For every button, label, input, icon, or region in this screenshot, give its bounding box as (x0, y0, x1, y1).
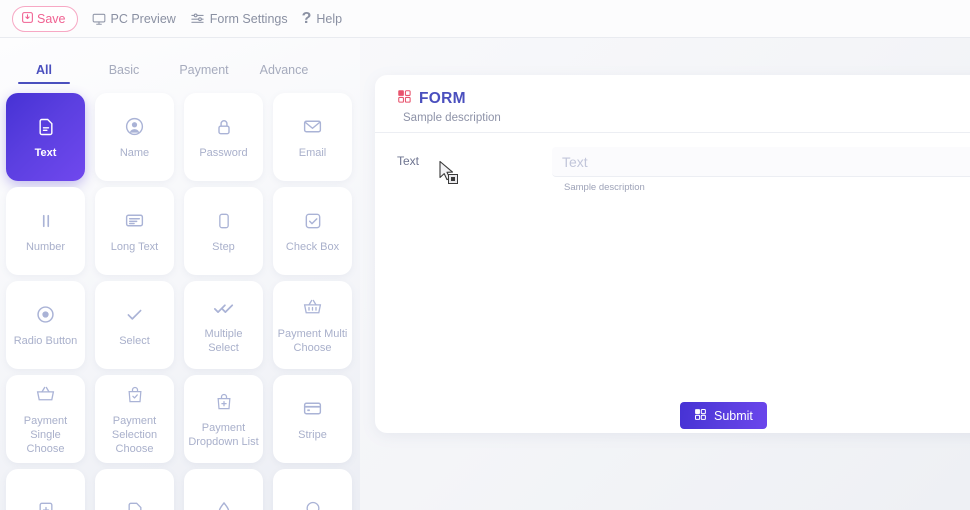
palette-card-label: Payment Single Choose (23, 414, 68, 456)
pc-preview-label: PC Preview (110, 11, 176, 26)
palette-card-label: Payment Selection Choose (111, 414, 158, 456)
save-icon (21, 11, 34, 27)
tab-payment-label: Payment (179, 63, 229, 77)
form-header: FORM Sample description (375, 75, 970, 124)
pin-icon (303, 497, 323, 510)
form-settings-label: Form Settings (209, 11, 288, 26)
palette-card-email[interactable]: Email (273, 93, 352, 181)
text-lines-icon (124, 208, 145, 234)
tab-payment[interactable]: Payment (164, 63, 244, 84)
submit-button-label: Submit (714, 408, 753, 423)
palette-card-text[interactable]: Text (6, 93, 85, 181)
file-icon (125, 497, 145, 510)
envelope-icon (302, 114, 323, 140)
palette-card-label: Password (199, 146, 248, 159)
form-title-row: FORM (397, 89, 970, 109)
form-settings-button[interactable]: Form Settings (190, 11, 288, 26)
palette-tabs: All Basic Payment Advance (0, 50, 360, 84)
bag-plus-icon (214, 389, 234, 415)
drag-drop-cursor (438, 160, 462, 191)
document-icon (36, 114, 56, 140)
help-label: Help (316, 11, 343, 26)
form-description: Sample description (403, 112, 501, 124)
submit-button[interactable]: Submit (680, 402, 767, 429)
form-builder-app: Save PC Preview Form Settings ? Help All… (0, 0, 970, 510)
radio-dot-icon (35, 302, 56, 328)
component-card-grid: Text Name Password Email Number Long Tex… (0, 84, 360, 510)
submit-button-wrap: Submit (680, 402, 767, 429)
sliders-icon (190, 11, 205, 26)
lock-icon (214, 114, 234, 140)
palette-card-select[interactable]: Select (95, 281, 174, 369)
palette-card-label: Text (34, 146, 57, 159)
tab-all-label: All (36, 63, 52, 77)
palette-card-long-text[interactable]: Long Text (95, 187, 174, 275)
palette-card-file[interactable] (95, 469, 174, 510)
palette-card-label: Number (25, 240, 66, 253)
checkbox-icon (303, 208, 323, 234)
rectangle-icon (214, 208, 234, 234)
monitor-icon (92, 12, 106, 26)
palette-card-label: Name (119, 146, 150, 159)
palette-card-payment-single-choose[interactable]: Payment Single Choose (6, 375, 85, 463)
save-button[interactable]: Save (12, 5, 78, 32)
palette-card-step[interactable]: Step (184, 187, 263, 275)
palette-card-payment-selection-choose[interactable]: Payment Selection Choose (95, 375, 174, 463)
field-help-text: Sample description (564, 182, 645, 193)
palette-card-drop[interactable] (184, 469, 263, 510)
palette-card-label: Radio Button (13, 334, 78, 347)
tab-advance-label: Advance (259, 63, 309, 77)
palette-card-pin[interactable] (273, 469, 352, 510)
palette-card-label: Email (298, 146, 327, 159)
tab-advance[interactable]: Advance (244, 63, 324, 84)
tab-basic[interactable]: Basic (84, 63, 164, 84)
pause-bars-icon (37, 208, 55, 234)
field-label: Text (397, 154, 420, 168)
palette-card-password[interactable]: Password (184, 93, 263, 181)
field-control-wrap: Sample description (552, 147, 970, 193)
question-mark-icon: ? (301, 9, 312, 27)
pc-preview-button[interactable]: PC Preview (92, 12, 176, 26)
page-title: FORM (419, 90, 466, 107)
palette-card-radio-button[interactable]: Radio Button (6, 281, 85, 369)
bag-check-icon (125, 382, 145, 408)
palette-card-check-box[interactable]: Check Box (273, 187, 352, 275)
palette-card-label: Stripe (298, 428, 327, 441)
palette-card-payment-dropdown-list[interactable]: Payment Dropdown List (184, 375, 263, 463)
tab-all[interactable]: All (4, 63, 84, 84)
palette-card-label: Payment Dropdown List (188, 421, 259, 448)
palette-card-label: Payment Multi Choose (277, 327, 348, 354)
palette-card-name[interactable]: Name (95, 93, 174, 181)
grid-squares-icon (397, 89, 412, 109)
component-palette-panel: All Basic Payment Advance Text Name Pass… (0, 38, 360, 510)
help-button[interactable]: ? Help (301, 9, 343, 27)
basket-icon (302, 295, 323, 321)
palette-card-label: Long Text (110, 240, 159, 253)
palette-card-file-plus[interactable] (6, 469, 85, 510)
check-icon (124, 302, 145, 328)
form-canvas: FORM Sample description Text Sample desc… (375, 75, 970, 433)
basket-open-icon (35, 382, 56, 408)
save-button-label: Save (37, 11, 66, 26)
double-check-icon (213, 295, 235, 321)
form-field-text: Text Sample description (375, 133, 970, 193)
palette-card-label: Check Box (285, 240, 340, 253)
palette-card-label: Select (119, 334, 150, 347)
file-plus-icon (36, 497, 56, 510)
tab-basic-label: Basic (108, 63, 140, 77)
top-toolbar: Save PC Preview Form Settings ? Help (0, 0, 970, 38)
palette-card-multiple-select[interactable]: Multiple Select (184, 281, 263, 369)
palette-card-payment-multi-choose[interactable]: Payment Multi Choose (273, 281, 352, 369)
palette-card-label: Step (212, 240, 235, 253)
credit-card-icon (302, 396, 323, 422)
grid-squares-icon (694, 408, 707, 424)
drop-icon (214, 497, 234, 510)
palette-card-stripe[interactable]: Stripe (273, 375, 352, 463)
palette-card-label: Multiple Select (204, 327, 243, 354)
palette-card-number[interactable]: Number (6, 187, 85, 275)
user-circle-icon (124, 114, 145, 140)
text-input[interactable] (552, 147, 970, 177)
